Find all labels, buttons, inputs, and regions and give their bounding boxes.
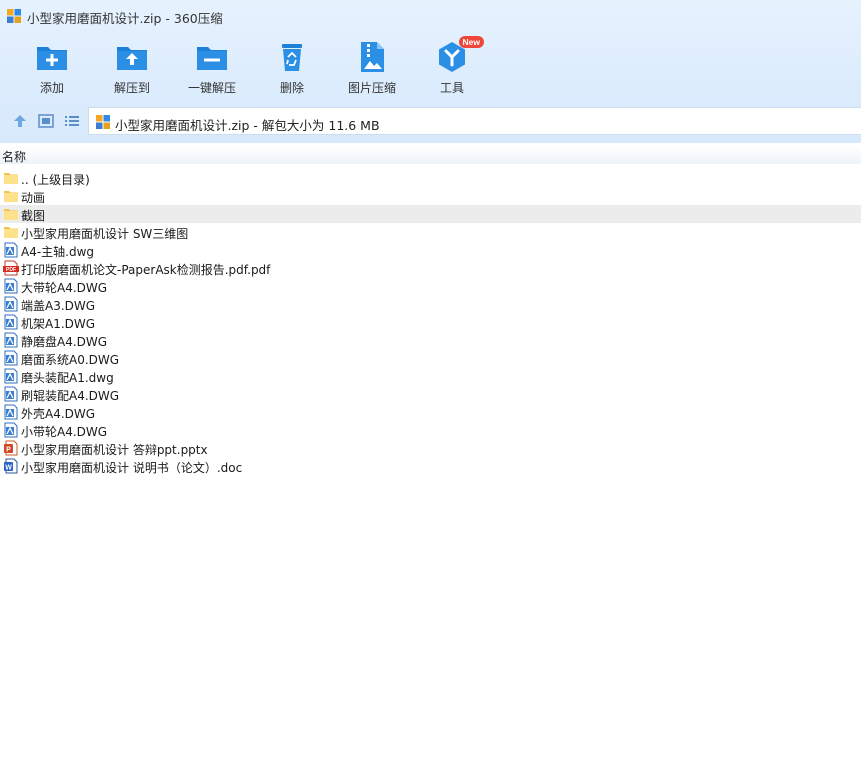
dwg-file-icon — [3, 278, 19, 294]
dwg-file-icon — [3, 296, 19, 312]
image-compress-icon — [361, 42, 384, 72]
extract-to-button[interactable]: 解压到 — [92, 36, 172, 98]
list-view-icon[interactable] — [63, 113, 81, 129]
dwg-file-icon — [3, 422, 19, 438]
doc-file-icon: W — [3, 458, 19, 474]
list-item[interactable]: 磨头装配A1.dwg — [0, 367, 861, 385]
list-item[interactable]: 动画 — [0, 187, 861, 205]
folder-icon — [3, 224, 19, 240]
pdf-file-icon: PDF — [3, 260, 19, 276]
svg-text:W: W — [5, 465, 12, 472]
zip-file-icon — [96, 115, 110, 129]
list-item[interactable]: PDF 打印版磨面机论文-PaperAsk检测报告.pdf.pdf — [0, 259, 861, 277]
list-item[interactable]: 大带轮A4.DWG — [0, 277, 861, 295]
folder-extract-icon — [117, 47, 147, 70]
folder-icon — [3, 206, 19, 222]
one-click-extract-label: 一键解压 — [187, 81, 236, 95]
image-compress-button[interactable]: 图片压缩 — [332, 36, 412, 98]
list-item[interactable]: A4-主轴.dwg — [0, 241, 861, 259]
up-arrow-icon[interactable] — [11, 113, 29, 129]
svg-text:P: P — [6, 447, 11, 454]
file-name: 静磨盘A4.DWG — [21, 335, 108, 349]
dwg-file-icon — [3, 368, 19, 384]
list-item[interactable]: 静磨盘A4.DWG — [0, 331, 861, 349]
file-name: 磨头装配A1.dwg — [21, 371, 114, 385]
image-compress-label: 图片压缩 — [347, 81, 396, 95]
recycle-bin-icon — [282, 44, 302, 71]
add-label: 添加 — [39, 81, 64, 95]
tools-icon-wrap: New — [435, 36, 484, 74]
dwg-file-icon — [3, 404, 19, 420]
column-header-name[interactable]: 名称 — [0, 146, 861, 164]
list-item[interactable]: 刷辊装配A4.DWG — [0, 385, 861, 403]
file-name: 截图 — [21, 209, 46, 223]
list-item[interactable]: 机架A1.DWG — [0, 313, 861, 331]
new-badge: New — [458, 36, 484, 48]
extract-to-label: 解压到 — [113, 81, 150, 95]
file-name: 大带轮A4.DWG — [21, 281, 108, 295]
one-click-extract-button[interactable]: 一键解压 — [172, 36, 252, 98]
file-name: 小型家用磨面机设计 答辩ppt.pptx — [21, 443, 208, 457]
file-name: A4-主轴.dwg — [21, 245, 95, 259]
delete-label: 删除 — [279, 81, 304, 95]
list-item[interactable]: 小带轮A4.DWG — [0, 421, 861, 439]
list-item[interactable]: 端盖A3.DWG — [0, 295, 861, 313]
path-text: 小型家用磨面机设计.zip - 解包大小为 11.6 MB — [115, 118, 380, 133]
pptx-file-icon: P — [3, 440, 19, 456]
file-name: 动画 — [21, 191, 46, 205]
window-title: 小型家用磨面机设计.zip - 360压缩 — [27, 11, 223, 26]
title-bar: 小型家用磨面机设计.zip - 360压缩 — [0, 0, 861, 32]
list-item[interactable]: 外壳A4.DWG — [0, 403, 861, 421]
folder-add-icon — [37, 47, 67, 70]
file-name: 小型家用磨面机设计 说明书（论文）.doc — [21, 461, 243, 475]
folder-oneclick-icon — [197, 47, 227, 70]
delete-button[interactable]: 删除 — [252, 36, 332, 98]
dwg-file-icon — [3, 242, 19, 258]
list-item[interactable]: W 小型家用磨面机设计 说明书（论文）.doc — [0, 457, 861, 475]
dwg-file-icon — [3, 314, 19, 330]
file-name: 磨面系统A0.DWG — [21, 353, 120, 367]
toolbar: 添加 解压到 一键解压 删除 图片压缩 New 工具 — [0, 36, 861, 100]
address-bar: 小型家用磨面机设计.zip - 解包大小为 11.6 MB — [0, 106, 861, 136]
list-item[interactable]: 小型家用磨面机设计 SW三维图 — [0, 223, 861, 241]
list-item[interactable]: P 小型家用磨面机设计 答辩ppt.pptx — [0, 439, 861, 457]
tools-button[interactable]: New 工具 — [412, 36, 492, 98]
tools-label: 工具 — [439, 81, 464, 95]
add-button[interactable]: 添加 — [12, 36, 92, 98]
folder-icon — [3, 188, 19, 204]
path-field[interactable]: 小型家用磨面机设计.zip - 解包大小为 11.6 MB — [88, 107, 861, 135]
file-name: 端盖A3.DWG — [21, 299, 96, 313]
list-item[interactable]: .. (上级目录) — [0, 169, 861, 187]
file-name: 小带轮A4.DWG — [21, 425, 108, 439]
dwg-file-icon — [3, 350, 19, 366]
file-name: 机架A1.DWG — [21, 317, 96, 331]
thumbnail-view-icon[interactable] — [37, 113, 55, 129]
column-header-label: 名称 — [2, 150, 27, 164]
file-name: 打印版磨面机论文-PaperAsk检测报告.pdf.pdf — [21, 263, 271, 277]
list-item[interactable]: 截图 — [0, 205, 861, 223]
dwg-file-icon — [3, 386, 19, 402]
list-item[interactable]: 磨面系统A0.DWG — [0, 349, 861, 367]
file-name: 外壳A4.DWG — [21, 407, 96, 421]
top-panel: 小型家用磨面机设计.zip - 360压缩 添加 解压到 一键解压 删除 图片压… — [0, 0, 861, 143]
archive-app-icon — [7, 9, 21, 23]
file-name: 小型家用磨面机设计 SW三维图 — [21, 227, 189, 241]
file-name: 刷辊装配A4.DWG — [21, 389, 120, 403]
svg-text:PDF: PDF — [6, 267, 16, 273]
file-list: .. (上级目录) 动画 截图 小型家用磨面机设计 SW三维图 A4-主轴.dw… — [0, 169, 861, 475]
dwg-file-icon — [3, 332, 19, 348]
folder-icon — [3, 170, 19, 186]
file-name: .. (上级目录) — [21, 173, 90, 187]
